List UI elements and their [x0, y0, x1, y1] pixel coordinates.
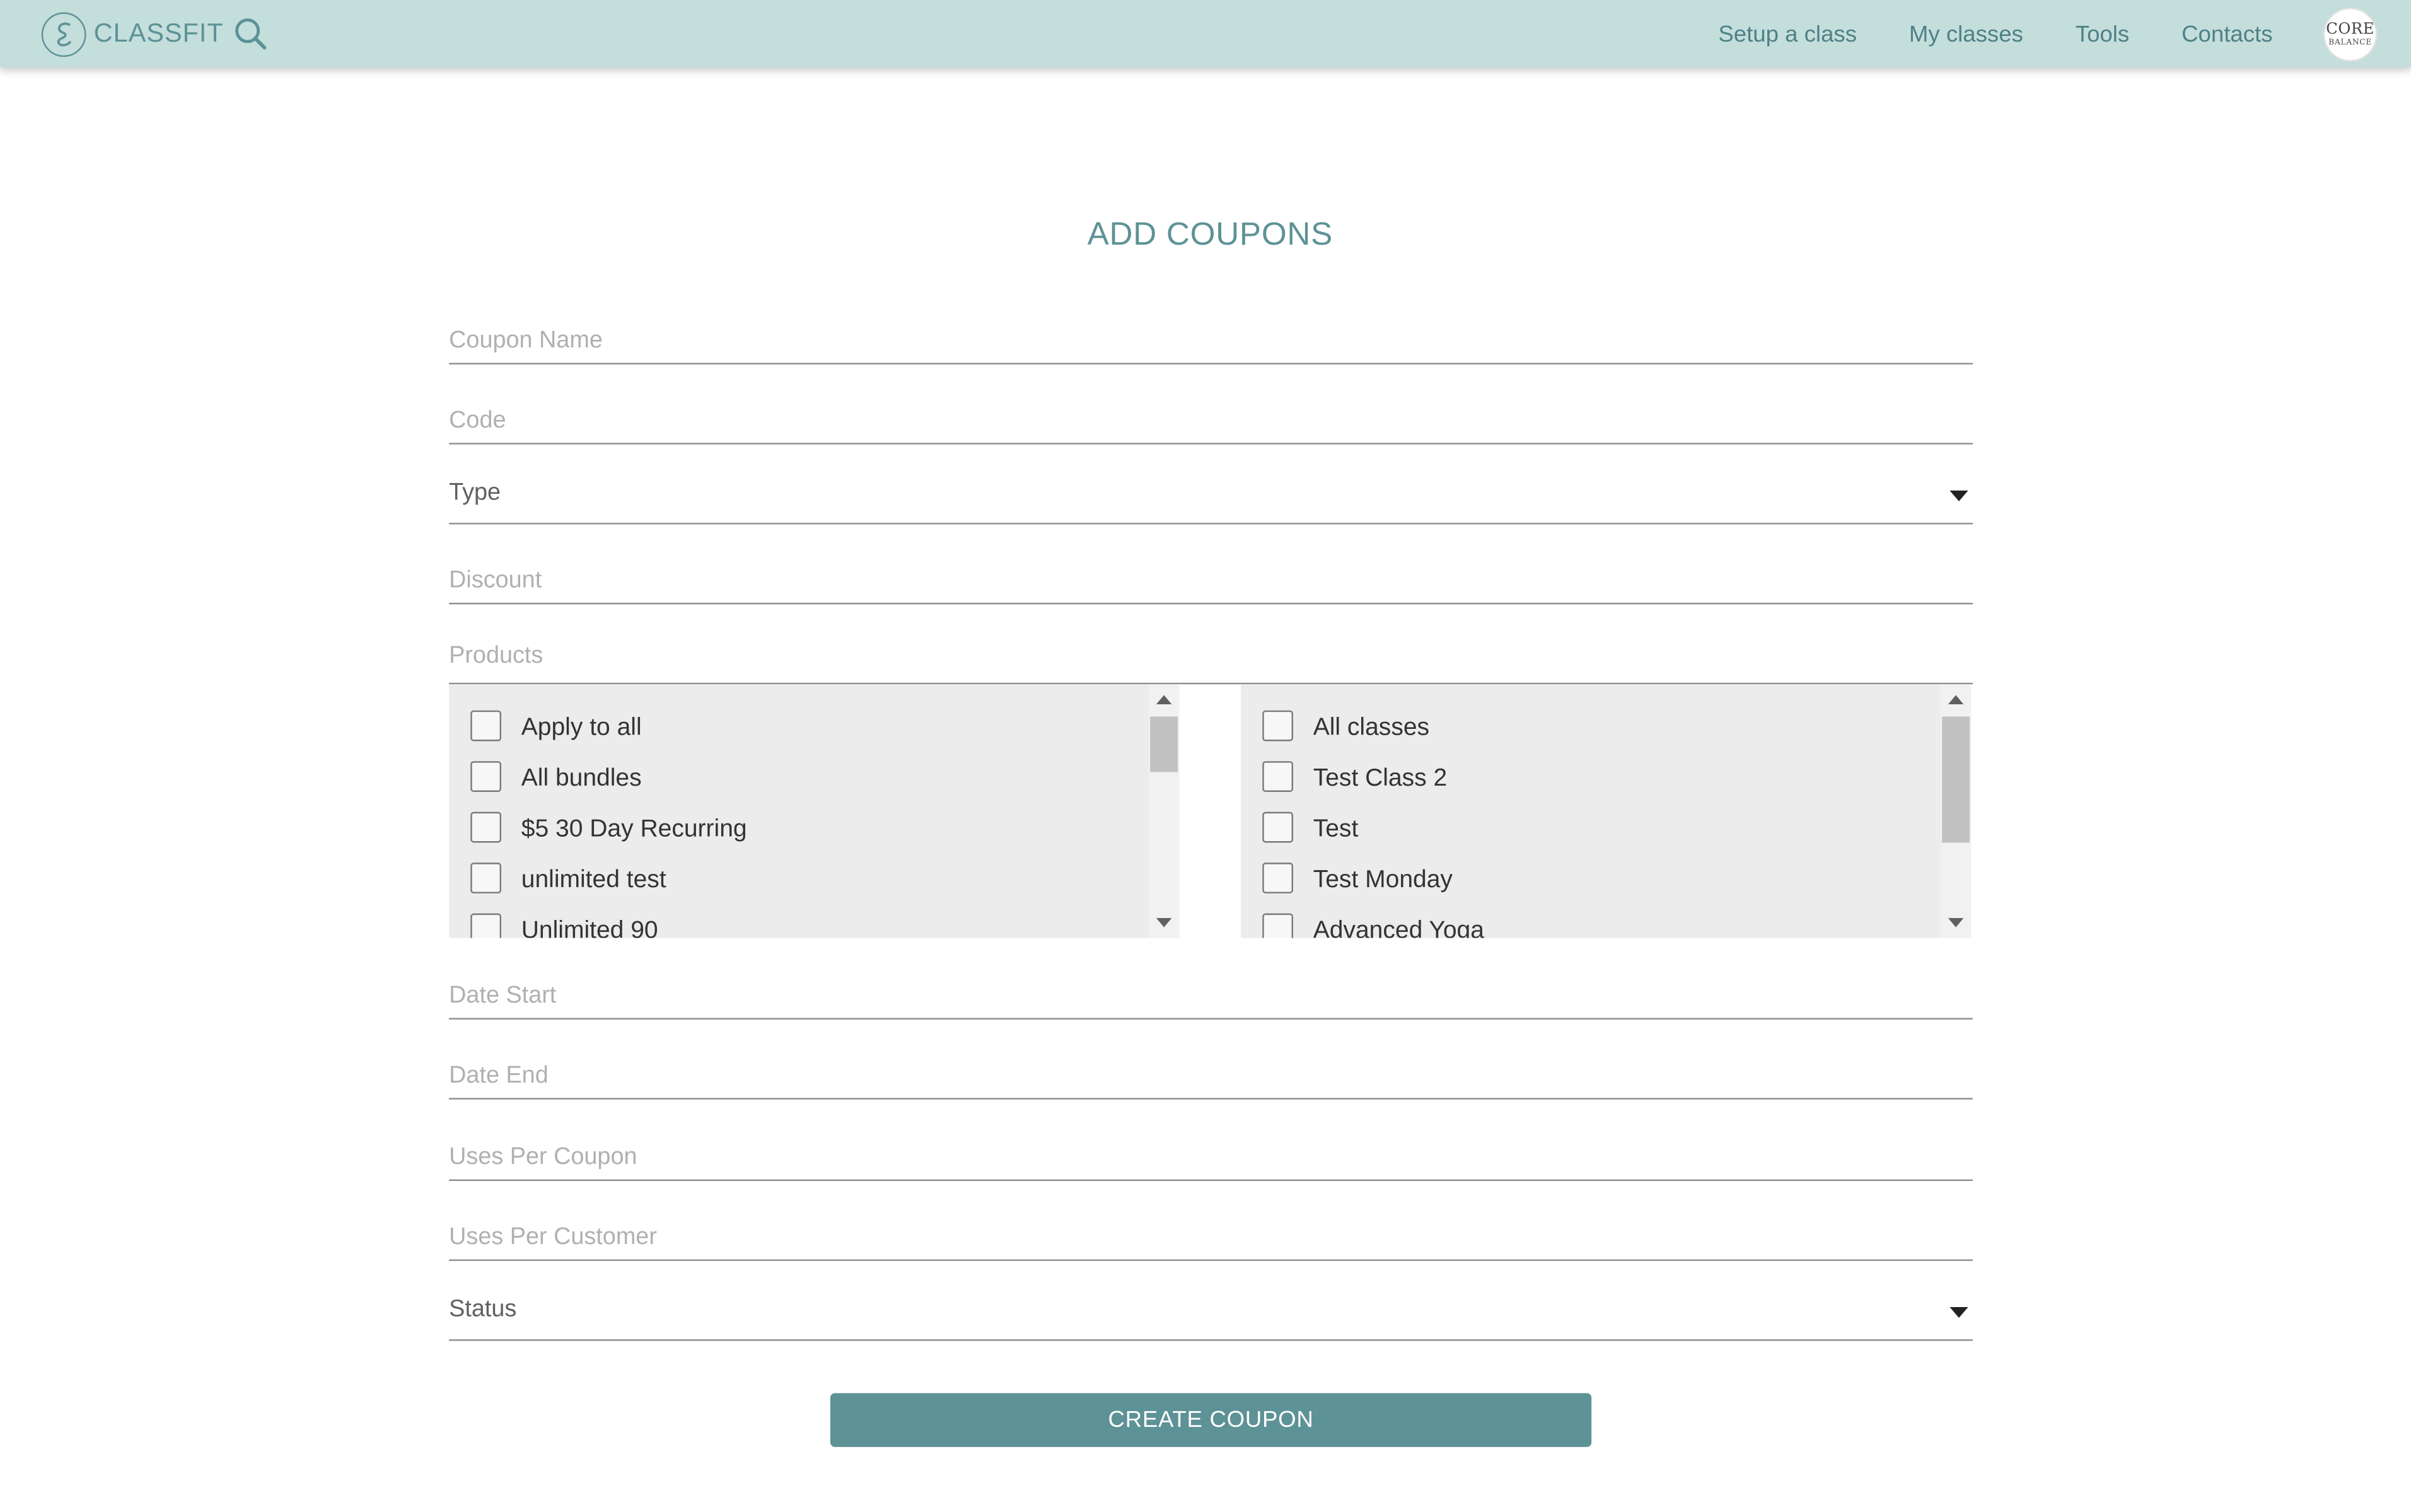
list-item-label: $5 30 Day Recurring [521, 816, 747, 843]
products-label: Products [449, 643, 543, 669]
list-item-label: Advanced Yoga [1313, 917, 1484, 938]
caret-down-icon [1949, 1306, 1968, 1318]
checkbox[interactable] [470, 863, 502, 893]
date-start-field [449, 973, 1973, 1020]
list-item-label: Test Monday [1313, 867, 1453, 893]
checkbox[interactable] [1262, 913, 1294, 938]
uses-per-coupon-input[interactable] [449, 1134, 1973, 1180]
list-item-label: Test Class 2 [1313, 765, 1448, 792]
avatar-text-core: CORE [2326, 20, 2375, 38]
code-field [449, 398, 1973, 445]
brand-name: CLASSFIT [93, 18, 224, 48]
nav-link-contacts[interactable]: Contacts [2182, 21, 2272, 47]
bundles-list: Apply to all All bundles $5 30 Day Recur… [470, 710, 1146, 938]
list-item-label: Apply to all [521, 715, 642, 741]
checkbox[interactable] [1262, 761, 1294, 792]
classfit-logo-icon [41, 11, 86, 57]
scroll-up-arrow-icon[interactable] [1156, 695, 1172, 704]
scroll-up-arrow-icon[interactable] [1948, 695, 1964, 704]
list-item-label: All bundles [521, 765, 642, 792]
nav-links: Setup a class My classes Tools Contacts [1666, 0, 2272, 67]
checkbox[interactable] [1262, 710, 1294, 741]
list-item[interactable]: $5 30 Day Recurring [470, 811, 1146, 863]
code-input[interactable] [449, 398, 1973, 443]
coupon-name-field [449, 318, 1973, 364]
list-item[interactable]: unlimited test [470, 863, 1146, 913]
list-item[interactable]: Test Monday [1262, 863, 1938, 913]
list-item[interactable]: All bundles [470, 761, 1146, 811]
bundles-listbox[interactable]: Apply to all All bundles $5 30 Day Recur… [449, 684, 1180, 938]
checkbox[interactable] [1262, 863, 1294, 893]
avatar-text-balance: BALANCE [2328, 37, 2373, 47]
checkbox[interactable] [470, 811, 502, 843]
list-item[interactable]: Apply to all [470, 710, 1146, 761]
top-navbar: CLASSFIT Setup a class My classes Tools … [0, 0, 2411, 68]
list-item[interactable]: Test Class 2 [1262, 761, 1938, 811]
scroll-down-arrow-icon[interactable] [1156, 917, 1172, 928]
create-coupon-button[interactable]: CREATE COUPON [830, 1393, 1592, 1447]
date-start-input[interactable] [449, 973, 1973, 1018]
brand-logo[interactable]: CLASSFIT [41, 9, 224, 59]
date-end-field [449, 1053, 1973, 1100]
status-select[interactable]: Status [449, 1296, 1973, 1341]
checkbox[interactable] [1262, 811, 1294, 843]
uses-per-customer-input[interactable] [449, 1214, 1973, 1260]
list-item-label: All classes [1313, 715, 1430, 741]
scrollbar-thumb[interactable] [1150, 716, 1178, 772]
scroll-down-arrow-icon[interactable] [1948, 917, 1964, 928]
scrollbar[interactable] [1148, 684, 1180, 938]
checkbox[interactable] [470, 710, 502, 741]
discount-input[interactable] [449, 558, 1973, 603]
discount-field [449, 558, 1973, 605]
classes-listbox[interactable]: All classes Test Class 2 Test Test Monda… [1241, 684, 1972, 938]
uses-per-customer-field [449, 1214, 1973, 1261]
list-item[interactable]: Advanced Yoga [1262, 913, 1938, 938]
checkbox[interactable] [470, 761, 502, 792]
list-item[interactable]: Test [1262, 811, 1938, 863]
studio-avatar[interactable]: CORE BALANCE [2323, 8, 2378, 62]
list-item-label: unlimited test [521, 867, 666, 893]
coupon-name-input[interactable] [449, 318, 1973, 363]
list-item-label: Unlimited 90 [521, 917, 658, 938]
list-item[interactable]: Unlimited 90 [470, 913, 1146, 938]
list-item[interactable]: All classes [1262, 710, 1938, 761]
uses-per-coupon-field [449, 1134, 1973, 1181]
app-root: CLASSFIT Setup a class My classes Tools … [0, 0, 2411, 1511]
scrollbar-thumb[interactable] [1942, 716, 1970, 843]
scrollbar[interactable] [1940, 684, 1972, 938]
search-icon[interactable] [234, 17, 268, 51]
date-end-input[interactable] [449, 1053, 1973, 1098]
caret-down-icon [1949, 490, 1968, 502]
list-item-label: Test [1313, 816, 1359, 843]
type-select-label: Type [449, 479, 501, 506]
classes-list: All classes Test Class 2 Test Test Monda… [1262, 710, 1938, 938]
nav-link-tools[interactable]: Tools [2076, 21, 2129, 47]
status-select-label: Status [449, 1296, 517, 1323]
nav-link-setup-class[interactable]: Setup a class [1718, 21, 1857, 47]
nav-link-my-classes[interactable]: My classes [1909, 21, 2023, 47]
type-select[interactable]: Type [449, 480, 1973, 525]
checkbox[interactable] [470, 913, 502, 938]
page-title: ADD COUPONS [1087, 216, 1333, 252]
